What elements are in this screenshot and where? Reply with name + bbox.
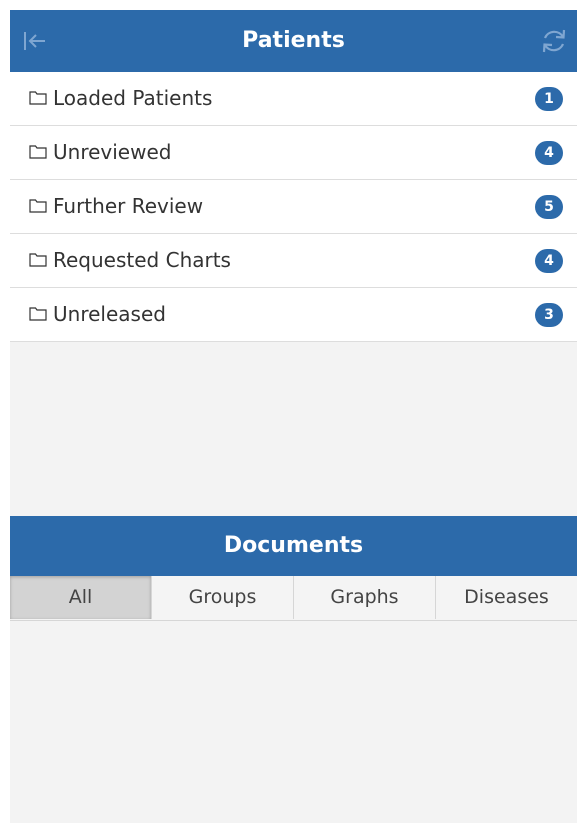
folder-item-further-review[interactable]: Further Review 5 [10, 180, 577, 234]
app-panel: Patients Loaded Patients 1 Unreviewed 4 [10, 10, 577, 823]
folder-icon [29, 253, 47, 267]
folder-label: Requested Charts [53, 248, 231, 272]
count-badge: 5 [535, 195, 563, 219]
folder-icon [29, 307, 47, 321]
patients-header: Patients [10, 10, 577, 72]
tab-diseases[interactable]: Diseases [436, 576, 577, 619]
tab-groups[interactable]: Groups [152, 576, 294, 619]
folder-list: Loaded Patients 1 Unreviewed 4 Further R… [10, 72, 577, 342]
page-title: Patients [242, 28, 345, 53]
refresh-button[interactable] [539, 26, 569, 56]
folder-icon [29, 145, 47, 159]
count-badge: 4 [535, 141, 563, 165]
folder-label: Unreviewed [53, 140, 172, 164]
tab-all[interactable]: All [10, 576, 152, 619]
count-badge: 1 [535, 87, 563, 111]
folder-icon [29, 199, 47, 213]
folder-item-unreleased[interactable]: Unreleased 3 [10, 288, 577, 342]
tab-graphs[interactable]: Graphs [294, 576, 436, 619]
count-badge: 3 [535, 303, 563, 327]
folder-icon [29, 91, 47, 105]
count-badge: 4 [535, 249, 563, 273]
folder-item-requested-charts[interactable]: Requested Charts 4 [10, 234, 577, 288]
documents-header: Documents [10, 516, 577, 576]
folder-label: Unreleased [53, 302, 166, 326]
folder-label: Further Review [53, 194, 204, 218]
folder-item-loaded-patients[interactable]: Loaded Patients 1 [10, 72, 577, 126]
folder-item-unreviewed[interactable]: Unreviewed 4 [10, 126, 577, 180]
folder-label: Loaded Patients [53, 86, 213, 110]
refresh-icon [542, 29, 566, 53]
documents-tabs: All Groups Graphs Diseases [10, 576, 577, 621]
